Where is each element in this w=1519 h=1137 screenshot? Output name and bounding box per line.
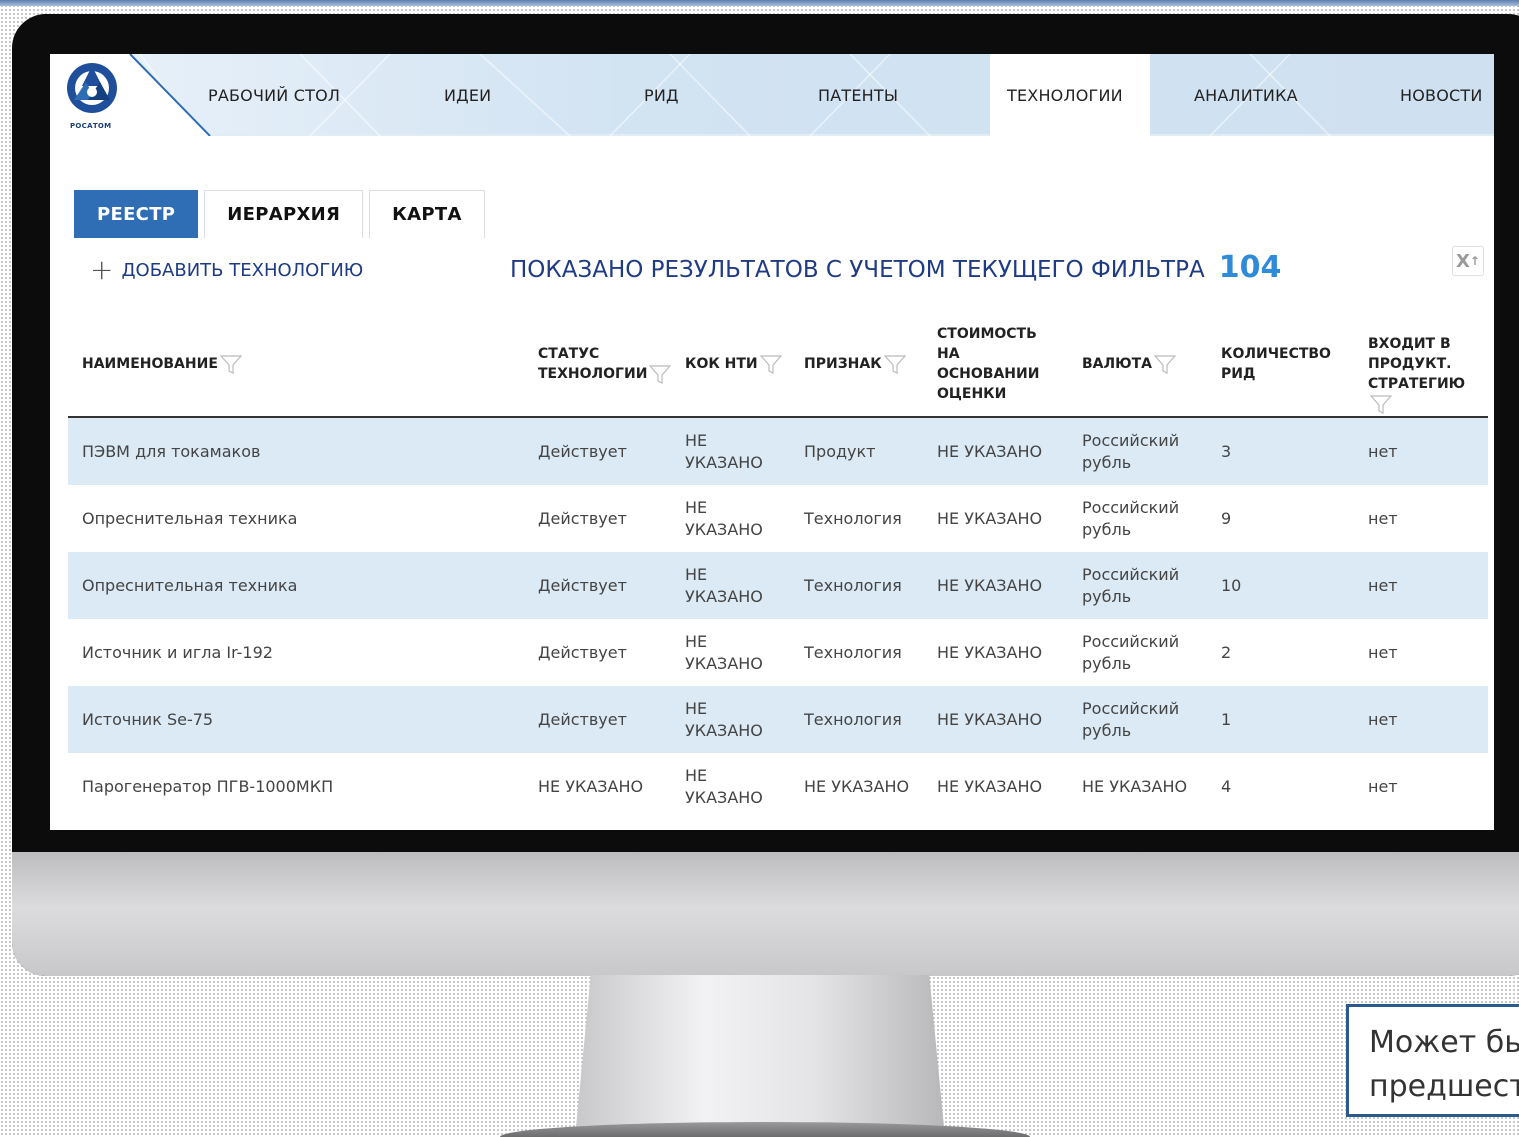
cell-currency: Российский рубль bbox=[1082, 698, 1180, 740]
cell-cost: НЕ УКАЗАНО bbox=[937, 441, 1043, 461]
results-label: ПОКАЗАНО РЕЗУЛЬТАТОВ С УЧЕТОМ ТЕКУЩЕГО Ф… bbox=[510, 257, 1205, 283]
callout-note: Может бы предшест bbox=[1346, 1004, 1519, 1117]
cell-rid-count: 3 bbox=[1221, 441, 1232, 461]
nav-item-patents[interactable]: ПАТЕНТЫ bbox=[818, 54, 898, 136]
callout-note-line-2: предшест bbox=[1369, 1069, 1519, 1104]
monitor-stand bbox=[576, 975, 944, 1127]
cell-strategy: нет bbox=[1368, 575, 1398, 595]
cell-attribute: НЕ УКАЗАНО bbox=[804, 776, 910, 796]
app-screen: РОСАТОМ РАБОЧИЙ СТОЛ ИДЕИ РИД ПАТЕНТЫ ТЕ… bbox=[50, 54, 1494, 830]
nav-item-rid[interactable]: РИД bbox=[644, 54, 679, 136]
cell-kok-nti: НЕ УКАЗАНО bbox=[685, 698, 763, 740]
filter-icon[interactable] bbox=[1153, 354, 1176, 374]
tab-map[interactable]: КАРТА bbox=[369, 190, 485, 238]
cell-name: Опреснительная техника bbox=[82, 575, 298, 595]
cell-attribute: Продукт bbox=[804, 441, 876, 461]
cell-strategy: нет bbox=[1368, 709, 1398, 729]
nav-item-desktop[interactable]: РАБОЧИЙ СТОЛ bbox=[208, 54, 340, 136]
nav-item-analytics[interactable]: АНАЛИТИКА bbox=[1194, 54, 1298, 136]
column-header-attribute[interactable]: ПРИЗНАК bbox=[804, 354, 906, 374]
nav-item-news[interactable]: НОВОСТИ bbox=[1400, 54, 1483, 136]
cell-status: Действует bbox=[538, 709, 627, 729]
table-header: НАИМЕНОВАНИЕ СТАТУС ТЕХНОЛОГИИ КОК НТИ П… bbox=[68, 310, 1488, 418]
cell-kok-nti: НЕ УКАЗАНО bbox=[685, 430, 763, 472]
column-header-currency[interactable]: ВАЛЮТА bbox=[1082, 354, 1176, 374]
column-header-strategy[interactable]: ВХОДИТ В ПРОДУКТ. СТРАТЕГИЮ bbox=[1368, 334, 1486, 414]
excel-export-icon[interactable]: X ↑ bbox=[1452, 246, 1484, 276]
plus-icon: + bbox=[90, 253, 114, 286]
filter-icon[interactable] bbox=[1370, 394, 1392, 414]
table-row[interactable]: Источник Se-75 Действует НЕ УКАЗАНО Техн… bbox=[68, 686, 1488, 753]
cell-rid-count: 1 bbox=[1221, 709, 1232, 729]
table-row[interactable]: Источник и игла Ir-192 Действует НЕ УКАЗ… bbox=[68, 619, 1488, 686]
cell-name: Парогенератор ПГВ-1000МКП bbox=[82, 776, 334, 796]
cell-kok-nti: НЕ УКАЗАНО bbox=[685, 564, 763, 606]
cell-status: Действует bbox=[538, 508, 627, 528]
add-technology-label: ДОБАВИТЬ ТЕХНОЛОГИЮ bbox=[121, 259, 364, 281]
cell-cost: НЕ УКАЗАНО bbox=[937, 575, 1043, 595]
filter-icon[interactable] bbox=[219, 354, 242, 374]
table-row[interactable]: ПЭВМ для токамаков Действует НЕ УКАЗАНО … bbox=[68, 418, 1488, 485]
cell-strategy: нет bbox=[1368, 508, 1398, 528]
nav-item-ideas[interactable]: ИДЕИ bbox=[444, 54, 491, 136]
column-header-status[interactable]: СТАТУС ТЕХНОЛОГИИ bbox=[538, 344, 678, 384]
cell-currency: Российский рубль bbox=[1082, 564, 1180, 606]
cell-currency: Российский рубль bbox=[1082, 631, 1180, 673]
filter-icon[interactable] bbox=[883, 354, 906, 374]
cell-currency: Российский рубль bbox=[1082, 430, 1180, 472]
cell-kok-nti: НЕ УКАЗАНО bbox=[685, 497, 763, 539]
cell-rid-count: 2 bbox=[1221, 642, 1232, 662]
cell-strategy: нет bbox=[1368, 776, 1398, 796]
top-navbar: РОСАТОМ РАБОЧИЙ СТОЛ ИДЕИ РИД ПАТЕНТЫ ТЕ… bbox=[50, 54, 1494, 136]
callout-note-line-1: Может бы bbox=[1369, 1025, 1519, 1060]
monitor-frame: РОСАТОМ РАБОЧИЙ СТОЛ ИДЕИ РИД ПАТЕНТЫ ТЕ… bbox=[12, 14, 1519, 976]
results-summary: ПОКАЗАНО РЕЗУЛЬТАТОВ С УЧЕТОМ ТЕКУЩЕГО Ф… bbox=[510, 250, 1281, 285]
cell-attribute: Технология bbox=[804, 642, 902, 662]
cell-attribute: Технология bbox=[804, 508, 902, 528]
tab-registry[interactable]: РЕЕСТР bbox=[74, 190, 199, 238]
cell-currency: НЕ УКАЗАНО bbox=[1082, 776, 1188, 796]
cell-strategy: нет bbox=[1368, 441, 1398, 461]
cell-currency: Российский рубль bbox=[1082, 497, 1180, 539]
table-row[interactable]: Опреснительная техника Действует НЕ УКАЗ… bbox=[68, 552, 1488, 619]
cell-status: Действует bbox=[538, 441, 627, 461]
tab-hierarchy[interactable]: ИЕРАРХИЯ bbox=[204, 190, 364, 238]
cell-status: Действует bbox=[538, 575, 627, 595]
view-tabs: РЕЕСТР ИЕРАРХИЯ КАРТА bbox=[74, 190, 485, 238]
cell-name: ПЭВМ для токамаков bbox=[82, 441, 261, 461]
column-header-name[interactable]: НАИМЕНОВАНИЕ bbox=[82, 354, 242, 374]
cell-cost: НЕ УКАЗАНО bbox=[937, 508, 1043, 528]
table-row[interactable]: Опреснительная техника Действует НЕ УКАЗ… bbox=[68, 485, 1488, 552]
results-count: 104 bbox=[1218, 250, 1282, 285]
cell-name: Источник и игла Ir-192 bbox=[82, 642, 273, 662]
column-header-kok-nti[interactable]: КОК НТИ bbox=[685, 354, 782, 374]
monitor-chin bbox=[12, 852, 1519, 976]
table-row[interactable]: Парогенератор ПГВ-1000МКП НЕ УКАЗАНО НЕ … bbox=[68, 753, 1488, 820]
cell-kok-nti: НЕ УКАЗАНО bbox=[685, 765, 763, 807]
cell-name: Источник Se-75 bbox=[82, 709, 214, 729]
slide-top-strip bbox=[0, 0, 1519, 6]
cell-rid-count: 9 bbox=[1221, 508, 1232, 528]
cell-cost: НЕ УКАЗАНО bbox=[937, 776, 1043, 796]
cell-rid-count: 4 bbox=[1221, 776, 1232, 796]
cell-name: Опреснительная техника bbox=[82, 508, 298, 528]
cell-cost: НЕ УКАЗАНО bbox=[937, 709, 1043, 729]
nav-item-technologies[interactable]: ТЕХНОЛОГИИ bbox=[990, 54, 1150, 136]
cell-strategy: нет bbox=[1368, 642, 1398, 662]
cell-attribute: Технология bbox=[804, 709, 902, 729]
technologies-table: НАИМЕНОВАНИЕ СТАТУС ТЕХНОЛОГИИ КОК НТИ П… bbox=[68, 310, 1488, 820]
filter-icon[interactable] bbox=[649, 364, 672, 384]
cell-rid-count: 10 bbox=[1221, 575, 1242, 595]
column-header-cost[interactable]: СТОИМОСТЬ НА ОСНОВАНИИ ОЦЕНКИ bbox=[937, 324, 1055, 404]
cell-status: НЕ УКАЗАНО bbox=[538, 776, 644, 796]
cell-kok-nti: НЕ УКАЗАНО bbox=[685, 631, 763, 673]
column-header-rid-count[interactable]: КОЛИЧЕСТВО РИД bbox=[1221, 344, 1341, 384]
add-technology-link[interactable]: + ДОБАВИТЬ ТЕХНОЛОГИЮ bbox=[90, 256, 363, 284]
cell-attribute: Технология bbox=[804, 575, 902, 595]
filter-icon[interactable] bbox=[759, 354, 782, 374]
cell-cost: НЕ УКАЗАНО bbox=[937, 642, 1043, 662]
cell-status: Действует bbox=[538, 642, 627, 662]
